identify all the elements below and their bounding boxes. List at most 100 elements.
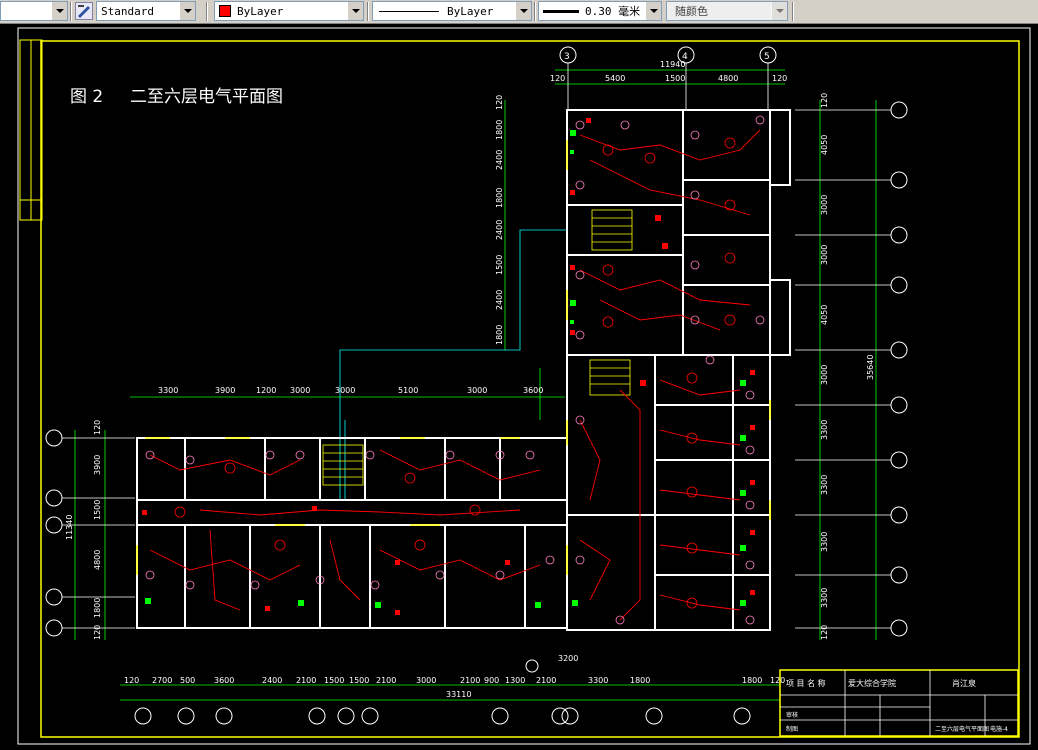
svg-text:33110: 33110 bbox=[446, 690, 471, 699]
lineweight-value: 0.30 毫米 bbox=[585, 5, 641, 18]
svg-text:500: 500 bbox=[180, 676, 195, 685]
title-block-drafter: 制图 bbox=[786, 725, 798, 733]
svg-text:3000: 3000 bbox=[416, 676, 436, 685]
electrical-wiring bbox=[149, 129, 761, 621]
svg-text:4800: 4800 bbox=[93, 550, 102, 570]
svg-text:900: 900 bbox=[484, 676, 499, 685]
svg-text:3200: 3200 bbox=[558, 654, 578, 663]
svg-text:120: 120 bbox=[770, 676, 785, 685]
title-block-project-name: 爱大综合学院 bbox=[848, 678, 896, 688]
svg-text:3300: 3300 bbox=[820, 532, 829, 552]
axis-label-top: 3 bbox=[564, 52, 570, 62]
dropdown-arrow-icon[interactable] bbox=[771, 2, 787, 20]
svg-text:3000: 3000 bbox=[467, 386, 487, 395]
svg-text:3000: 3000 bbox=[290, 386, 310, 395]
color-value: ByLayer bbox=[237, 4, 284, 18]
drawing-title-prefix: 图 2 bbox=[70, 87, 103, 107]
lineweight-dropdown[interactable]: 0.30 毫米 bbox=[538, 1, 662, 21]
svg-text:3300: 3300 bbox=[588, 676, 608, 685]
svg-text:4800: 4800 bbox=[718, 74, 738, 83]
svg-text:1500: 1500 bbox=[93, 500, 102, 520]
svg-text:5400: 5400 bbox=[605, 74, 625, 83]
svg-text:2700: 2700 bbox=[152, 676, 172, 685]
toolbar-separator bbox=[792, 2, 794, 21]
svg-text:3900: 3900 bbox=[93, 455, 102, 475]
svg-text:11340: 11340 bbox=[65, 515, 74, 540]
svg-text:3900: 3900 bbox=[215, 386, 235, 395]
color-swatch-icon bbox=[219, 5, 231, 17]
dropdown-arrow-icon[interactable] bbox=[347, 2, 363, 20]
svg-text:1800: 1800 bbox=[630, 676, 650, 685]
svg-text:3000: 3000 bbox=[335, 386, 355, 395]
plot-style-value: 随颜色 bbox=[675, 5, 708, 18]
text-style-icon[interactable] bbox=[75, 2, 93, 20]
linetype-value: ByLayer bbox=[447, 4, 494, 18]
svg-text:3600: 3600 bbox=[214, 676, 234, 685]
plot-style-dropdown[interactable]: 随颜色 bbox=[666, 1, 788, 21]
svg-text:1200: 1200 bbox=[256, 386, 276, 395]
svg-text:2400: 2400 bbox=[262, 676, 282, 685]
dimension-lines bbox=[74, 69, 877, 701]
svg-text:120: 120 bbox=[495, 95, 504, 110]
title-block-sheet-no: 电施-4 bbox=[990, 725, 1008, 733]
drawing-canvas[interactable]: 图 2 二至六层电气平面图 3 4 5 120 5400 1500 4800 1… bbox=[0, 24, 1038, 750]
svg-text:3000: 3000 bbox=[820, 195, 829, 215]
prev-dropdown[interactable] bbox=[0, 1, 68, 21]
dropdown-arrow-icon[interactable] bbox=[179, 2, 195, 20]
svg-text:2100: 2100 bbox=[460, 676, 480, 685]
left-dimension-text: 120 1800 2400 1800 2400 1500 2400 1800 bbox=[495, 95, 504, 345]
svg-text:1500: 1500 bbox=[349, 676, 369, 685]
svg-text:11940: 11940 bbox=[660, 60, 685, 69]
svg-text:120: 120 bbox=[820, 625, 829, 640]
axis-leaders bbox=[62, 63, 891, 629]
toolbar-separator bbox=[70, 2, 72, 21]
svg-text:4050: 4050 bbox=[820, 305, 829, 325]
svg-text:1300: 1300 bbox=[505, 676, 525, 685]
svg-text:35640: 35640 bbox=[866, 355, 875, 380]
svg-text:1800: 1800 bbox=[495, 325, 504, 345]
svg-text:1800: 1800 bbox=[742, 676, 762, 685]
color-dropdown[interactable]: ByLayer bbox=[214, 1, 364, 21]
cad-drawing: 图 2 二至六层电气平面图 3 4 5 120 5400 1500 4800 1… bbox=[17, 27, 1031, 745]
text-style-dropdown[interactable]: Standard bbox=[96, 1, 196, 21]
svg-text:3300: 3300 bbox=[820, 475, 829, 495]
svg-text:3300: 3300 bbox=[820, 420, 829, 440]
light-fixtures bbox=[145, 115, 765, 625]
axis-label-top: 5 bbox=[764, 52, 770, 62]
text-style-value: Standard bbox=[101, 4, 154, 18]
linetype-preview-icon bbox=[379, 10, 439, 12]
title-block: 项 目 名 称 爱大综合学院 肖江泉 审核 制图 二至六层电气平面图 电施-4 bbox=[779, 669, 1019, 737]
lineweight-preview-icon bbox=[543, 9, 579, 13]
svg-text:120: 120 bbox=[93, 625, 102, 640]
svg-text:1500: 1500 bbox=[665, 74, 685, 83]
svg-text:3000: 3000 bbox=[820, 245, 829, 265]
top-dimension-text: 120 5400 1500 4800 120 11940 bbox=[550, 60, 787, 83]
linetype-dropdown[interactable]: ByLayer bbox=[372, 1, 532, 21]
svg-text:4050: 4050 bbox=[820, 135, 829, 155]
svg-text:3300: 3300 bbox=[820, 588, 829, 608]
properties-toolbar: Standard ByLayer ByLayer 0.30 毫米 随颜色 bbox=[0, 0, 1038, 24]
svg-text:3000: 3000 bbox=[820, 365, 829, 385]
right-dimension-text: 120 4050 3000 3000 4050 3000 3300 3300 3… bbox=[820, 93, 875, 640]
svg-text:2100: 2100 bbox=[296, 676, 316, 685]
svg-text:2100: 2100 bbox=[536, 676, 556, 685]
wing-top-dimension-text: 3300 3900 1200 3000 3000 5100 3000 3600 bbox=[158, 386, 543, 395]
title-block-checker: 审核 bbox=[786, 711, 798, 719]
toolbar-separator bbox=[534, 2, 536, 21]
title-block-drawing-name: 二至六层电气平面图 bbox=[935, 725, 989, 733]
stairs bbox=[322, 209, 633, 486]
svg-text:120: 120 bbox=[93, 420, 102, 435]
dropdown-arrow-icon[interactable] bbox=[51, 2, 67, 20]
lamp-fixtures bbox=[174, 137, 736, 609]
wing-left-dimension-text: 120 3900 1500 4800 1800 120 11340 bbox=[65, 420, 102, 640]
svg-text:2100: 2100 bbox=[376, 676, 396, 685]
svg-text:1800: 1800 bbox=[495, 120, 504, 140]
svg-text:120: 120 bbox=[820, 93, 829, 108]
svg-text:120: 120 bbox=[124, 676, 139, 685]
bottom-dimension-text: 120 2700 500 3600 2400 2100 1500 1500 21… bbox=[124, 654, 785, 699]
svg-text:3300: 3300 bbox=[158, 386, 178, 395]
dropdown-arrow-icon[interactable] bbox=[645, 2, 661, 20]
svg-text:5100: 5100 bbox=[398, 386, 418, 395]
svg-text:1500: 1500 bbox=[495, 255, 504, 275]
dropdown-arrow-icon[interactable] bbox=[515, 2, 531, 20]
